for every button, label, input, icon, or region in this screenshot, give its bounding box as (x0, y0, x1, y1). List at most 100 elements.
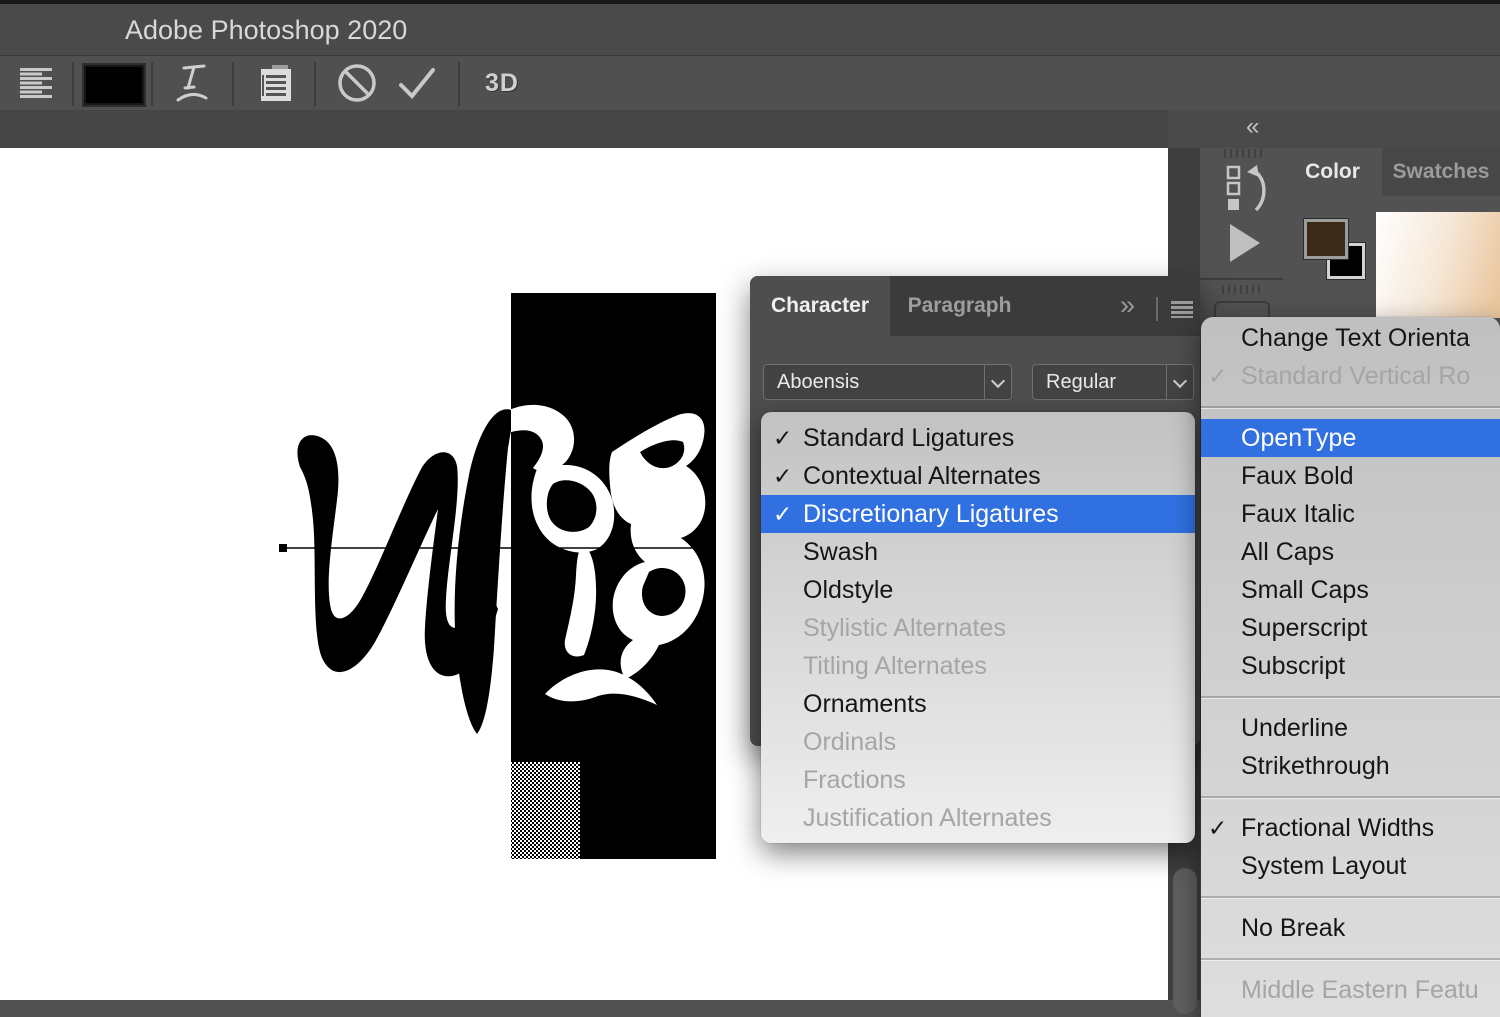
dock-divider (1200, 278, 1283, 280)
tab-character[interactable]: Character (750, 276, 890, 336)
checkmark-icon: ✓ (773, 425, 803, 452)
menu-item-system-layout[interactable]: System Layout (1201, 847, 1500, 885)
collapse-panel-icon[interactable]: » (1120, 290, 1135, 321)
dock-header-strip (1168, 110, 1500, 148)
menu-item-superscript[interactable]: Superscript (1201, 609, 1500, 647)
text-color-swatch[interactable] (84, 65, 144, 105)
menu-separator (1201, 958, 1500, 960)
font-style-select[interactable]: Regular (1032, 364, 1194, 400)
menu-item-label: System Layout (1241, 852, 1406, 881)
menu-item-all-caps[interactable]: All Caps (1201, 533, 1500, 571)
character-panel-flyout-menu: Change Text Orienta ✓ Standard Vertical … (1201, 317, 1500, 1017)
panel-grip[interactable] (1222, 285, 1260, 294)
checkmark-icon: ✓ (773, 501, 803, 528)
menu-item-opentype[interactable]: OpenType (1201, 419, 1500, 457)
title-bar: Adobe Photoshop 2020 (0, 4, 1500, 56)
menu-item-faux-bold[interactable]: Faux Bold (1201, 457, 1500, 495)
cancel-icon[interactable] (336, 56, 378, 110)
menu-item-label: Subscript (1241, 652, 1345, 681)
baseline-handle (279, 544, 287, 552)
menu-item-discretionary-ligatures[interactable]: ✓ Discretionary Ligatures (761, 495, 1195, 533)
menu-item-no-break[interactable]: No Break (1201, 909, 1500, 947)
options-separator (314, 62, 316, 106)
actions-play-icon[interactable] (1230, 224, 1260, 262)
menu-item-titling-alternates[interactable]: Titling Alternates (761, 647, 1195, 685)
menu-item-stylistic-alternates[interactable]: Stylistic Alternates (761, 609, 1195, 647)
menu-item-contextual-alternates[interactable]: ✓ Contextual Alternates (761, 457, 1195, 495)
menu-item-label: Fractions (803, 766, 906, 795)
menu-item-label: Faux Bold (1241, 462, 1354, 491)
menu-item-label: All Caps (1241, 538, 1334, 567)
menu-item-oldstyle[interactable]: Oldstyle (761, 571, 1195, 609)
options-separator (72, 62, 74, 106)
foreground-color-swatch[interactable] (1304, 219, 1348, 259)
warp-text-icon[interactable] (172, 56, 212, 110)
checkmark-icon: ✓ (773, 463, 803, 490)
menu-item-label: Swash (803, 538, 878, 567)
tab-swatches[interactable]: Swatches (1382, 148, 1500, 196)
menu-item-label: Fractional Widths (1241, 814, 1434, 843)
menu-item-label: OpenType (1241, 424, 1356, 453)
menu-item-swash[interactable]: Swash (761, 533, 1195, 571)
menu-item-label: Faux Italic (1241, 500, 1355, 529)
menu-item-label: Stylistic Alternates (803, 614, 1006, 643)
panel-grip[interactable] (1224, 149, 1262, 158)
menu-item-label: No Break (1241, 914, 1345, 943)
menu-item-fractional-widths[interactable]: ✓ Fractional Widths (1201, 809, 1500, 847)
window-title: Adobe Photoshop 2020 (125, 15, 407, 46)
menu-item-label: Standard Vertical Ro (1241, 362, 1470, 391)
checkmark-icon: ✓ (1208, 363, 1241, 390)
panel-menu-icon[interactable] (1171, 301, 1193, 318)
collapse-panels-button[interactable]: « (1246, 113, 1260, 141)
opentype-submenu: ✓ Standard Ligatures ✓ Contextual Altern… (761, 412, 1195, 843)
photoshop-window: { "window": { "title": "Adobe Photoshop … (0, 0, 1500, 1000)
menu-item-label: Underline (1241, 714, 1348, 743)
tab-paragraph[interactable]: Paragraph (902, 276, 1017, 336)
options-separator (458, 62, 460, 106)
options-separator (151, 62, 153, 106)
options-separator (232, 62, 234, 106)
menu-item-change-text-orienta[interactable]: Change Text Orienta (1201, 319, 1500, 357)
vertical-scrollbar[interactable] (1173, 868, 1197, 1014)
toggle-panels-icon[interactable] (256, 56, 296, 110)
menu-item-standard-vertical-ro[interactable]: ✓ Standard Vertical Ro (1201, 357, 1500, 395)
history-icon[interactable] (1226, 164, 1270, 219)
commit-check-icon[interactable] (396, 56, 438, 110)
menu-item-strikethrough[interactable]: Strikethrough (1201, 747, 1500, 785)
paragraph-align-icon[interactable] (18, 56, 56, 110)
menu-item-label: Oldstyle (803, 576, 893, 605)
menu-item-label: Ornaments (803, 690, 927, 719)
color-gradient-field[interactable] (1376, 212, 1500, 318)
menu-item-label: Titling Alternates (803, 652, 987, 681)
menu-separator (1201, 406, 1500, 408)
menu-item-label: Change Text Orienta (1241, 324, 1470, 353)
dithered-region (511, 762, 580, 859)
tab-color[interactable]: Color (1283, 148, 1382, 196)
chevron-down-icon (984, 365, 1011, 399)
font-family-select[interactable]: Aboensis (763, 364, 1012, 400)
menu-item-fractions[interactable]: Fractions (761, 761, 1195, 799)
character-panel-header: Character Paragraph » (750, 276, 1200, 336)
font-style-value: Regular (1033, 371, 1166, 394)
menu-item-underline[interactable]: Underline (1201, 709, 1500, 747)
menu-item-ordinals[interactable]: Ordinals (761, 723, 1195, 761)
menu-item-label: Contextual Alternates (803, 462, 1041, 491)
menu-item-label: Ordinals (803, 728, 896, 757)
menu-item-label: Middle Eastern Featu (1241, 976, 1479, 1005)
menu-item-ornaments[interactable]: Ornaments (761, 685, 1195, 723)
checkmark-icon: ✓ (1208, 815, 1241, 842)
menu-item-faux-italic[interactable]: Faux Italic (1201, 495, 1500, 533)
options-bar: 3D (0, 56, 1500, 112)
menu-item-subscript[interactable]: Subscript (1201, 647, 1500, 685)
menu-item-small-caps[interactable]: Small Caps (1201, 571, 1500, 609)
menu-item-justification-alternates[interactable]: Justification Alternates (761, 799, 1195, 837)
menu-item-label: Discretionary Ligatures (803, 500, 1059, 529)
menu-item-label: Standard Ligatures (803, 424, 1014, 453)
menu-item-label: Strikethrough (1241, 752, 1390, 781)
3d-mode-button[interactable]: 3D (478, 56, 526, 110)
menu-item-standard-ligatures[interactable]: ✓ Standard Ligatures (761, 419, 1195, 457)
menu-separator (1201, 796, 1500, 798)
menu-separator (1201, 696, 1500, 698)
menu-item-label: Justification Alternates (803, 804, 1052, 833)
menu-item-middle-eastern-featu[interactable]: Middle Eastern Featu (1201, 971, 1500, 1009)
